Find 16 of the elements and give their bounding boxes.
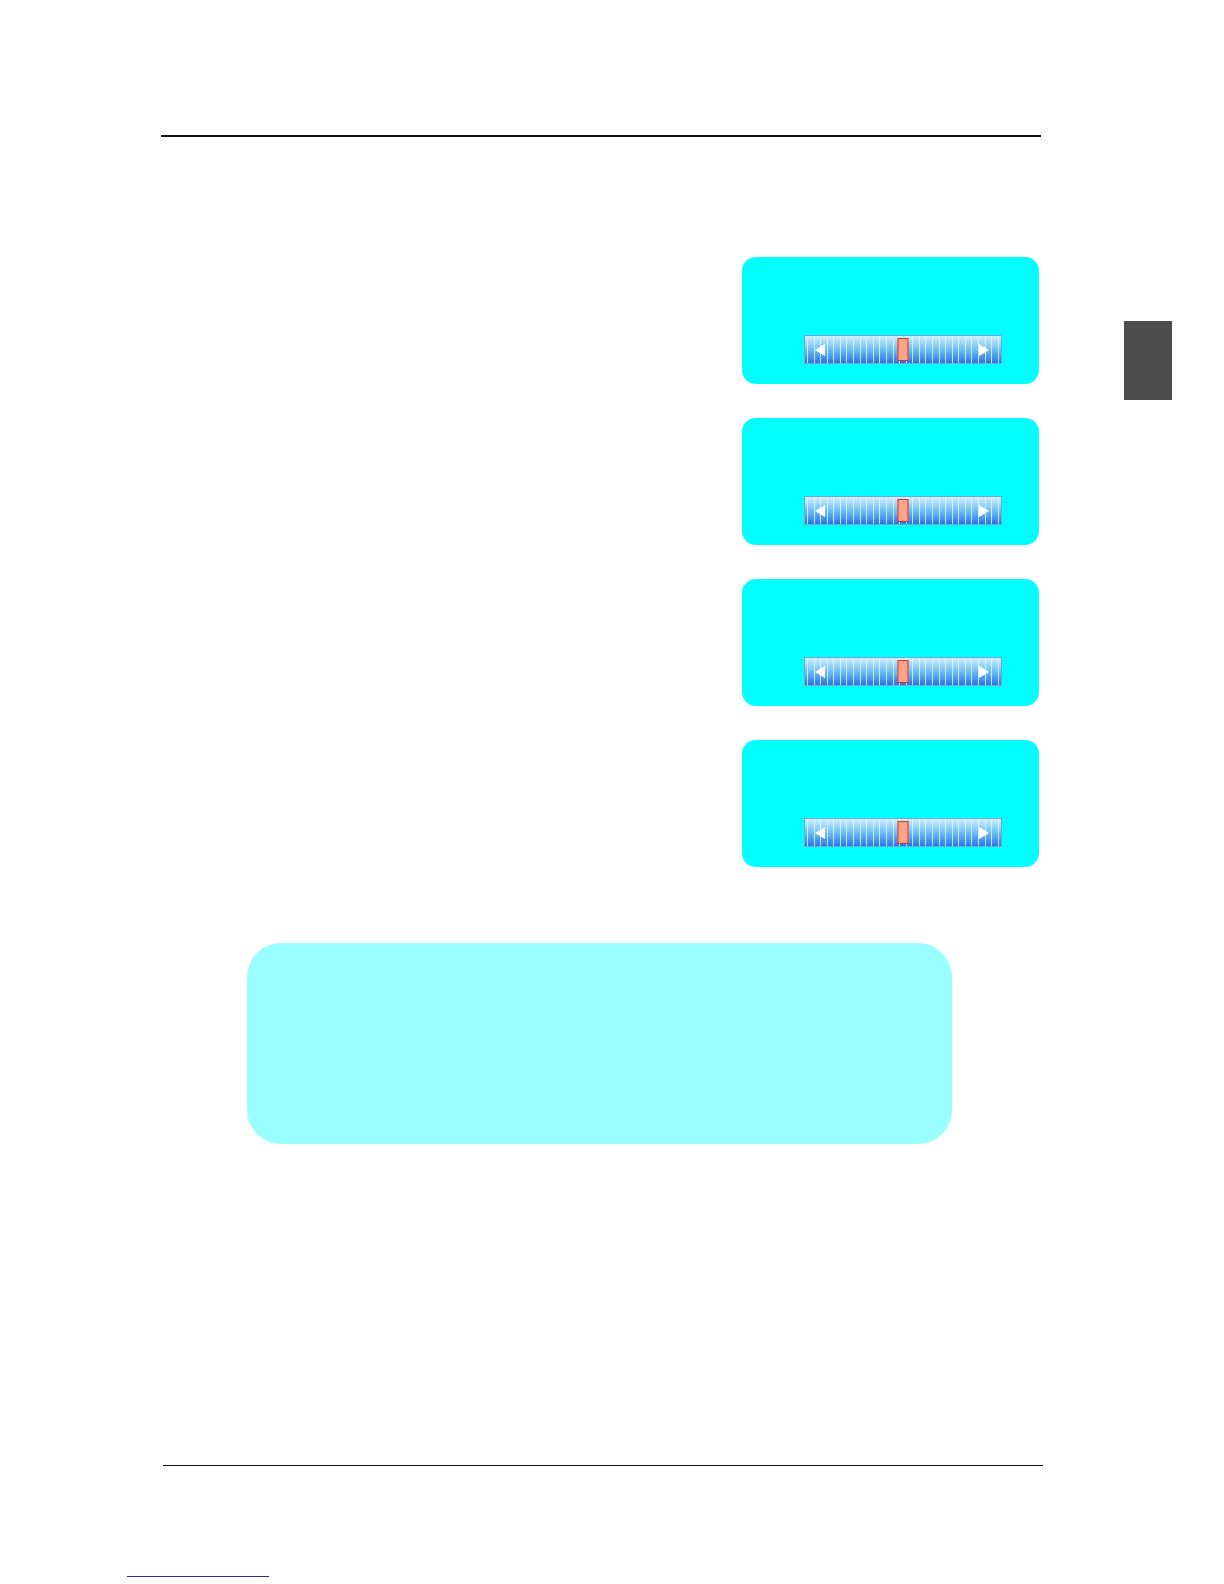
left-arrow-icon[interactable] <box>815 504 825 517</box>
right-arrow-icon[interactable] <box>979 504 989 517</box>
right-arrow-icon[interactable] <box>979 343 989 356</box>
slider-thumb[interactable] <box>897 337 909 361</box>
slider-track[interactable] <box>804 656 1002 686</box>
left-arrow-icon[interactable] <box>815 665 825 678</box>
right-arrow-icon[interactable] <box>979 826 989 839</box>
slider-thumb[interactable] <box>897 820 909 844</box>
slider-track[interactable] <box>804 334 1002 364</box>
slider-track[interactable] <box>804 495 1002 525</box>
slider-thumb[interactable] <box>897 498 909 522</box>
left-arrow-icon[interactable] <box>815 343 825 356</box>
left-arrow-icon[interactable] <box>815 826 825 839</box>
slider-track[interactable] <box>804 817 1002 847</box>
slider-thumb[interactable] <box>897 659 909 683</box>
right-arrow-icon[interactable] <box>979 665 989 678</box>
